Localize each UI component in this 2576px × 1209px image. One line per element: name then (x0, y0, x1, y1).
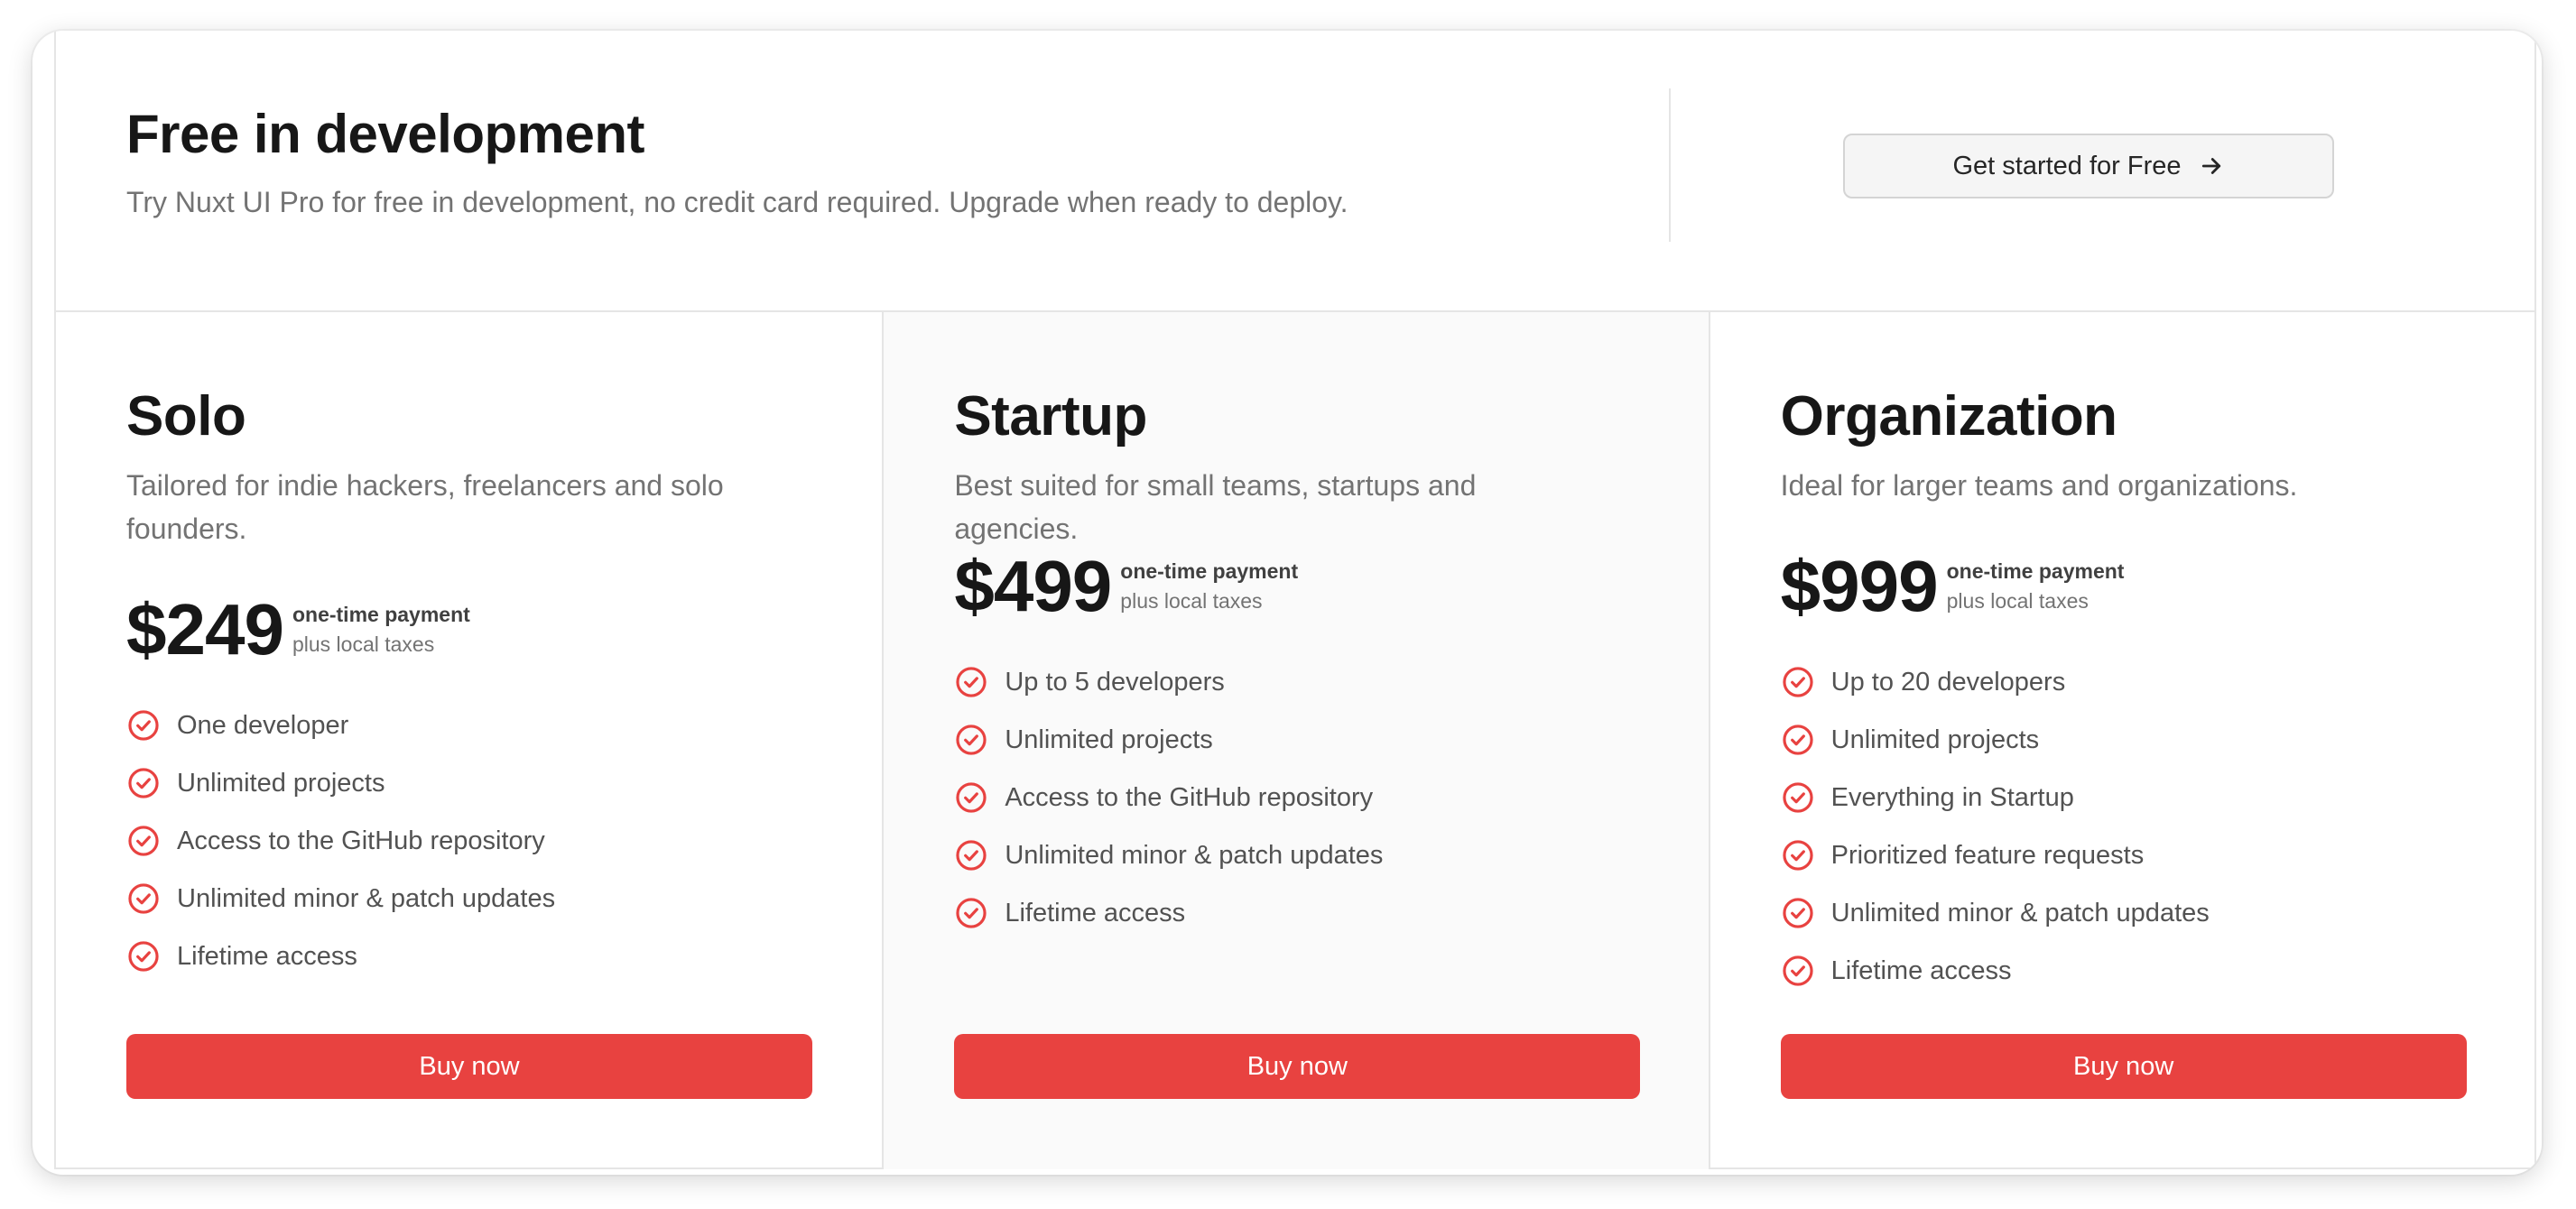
feature-item: Unlimited minor & patch updates (126, 870, 555, 928)
check-circle-icon (1783, 667, 1813, 697)
feature-item: Lifetime access (126, 928, 555, 985)
check-circle-icon (1783, 955, 1813, 986)
feature-list: One developer Unlimited projects Access … (126, 697, 555, 985)
feature-label: Unlimited minor & patch updates (1830, 898, 2210, 928)
feature-label: Everything in Startup (1830, 782, 2074, 812)
feature-list: Up to 20 developers Unlimited projects E… (1781, 653, 2210, 1000)
feature-label: Lifetime access (1830, 955, 2012, 985)
feature-label: Prioritized feature requests (1830, 840, 2145, 870)
plan-price-row: $249 one-time payment plus local taxes (126, 594, 470, 666)
plan-price: $499 (954, 546, 1112, 626)
price-note: one-time payment (292, 603, 470, 626)
plan-description: Tailored for indie hackers, freelancers … (126, 469, 724, 545)
plan-card-startup: Startup Best suited for small teams, sta… (882, 312, 1709, 1169)
feature-label: Unlimited minor & patch updates (177, 883, 556, 913)
plan-price-meta: one-time payment plus local taxes (1947, 559, 2125, 614)
feature-item: Unlimited projects (1781, 711, 2210, 769)
feature-item: Everything in Startup (1781, 769, 2210, 826)
feature-item: Lifetime access (1781, 942, 2210, 1000)
feature-item: Unlimited minor & patch updates (954, 826, 1383, 884)
check-circle-icon (956, 840, 987, 871)
feature-item: Unlimited projects (954, 711, 1383, 769)
feature-label: Unlimited projects (1005, 724, 1213, 754)
plan-price-row: $499 one-time payment plus local taxes (954, 550, 1298, 623)
check-circle-icon (1783, 840, 1813, 871)
pricing-window: Free in development Try Nuxt UI Pro for … (32, 31, 2542, 1175)
feature-item: Unlimited projects (126, 754, 555, 812)
plan-title: Organization (1780, 385, 2117, 448)
feature-label: Unlimited projects (1830, 724, 2040, 754)
plan-card-solo: Solo Tailored for indie hackers, freelan… (56, 312, 882, 1169)
check-circle-icon (128, 941, 159, 972)
pricing-plans: Solo Tailored for indie hackers, freelan… (56, 312, 2534, 1169)
feature-item: Prioritized feature requests (1781, 826, 2210, 884)
get-started-free-button[interactable]: Get started for Free (1843, 134, 2334, 198)
plan-price-row: $999 one-time payment plus local taxes (1781, 550, 2125, 623)
feature-item: One developer (126, 697, 555, 754)
banner-title: Free in development (126, 104, 644, 164)
banner-divider (1669, 88, 1671, 242)
plan-description: Best suited for small teams, startups an… (954, 469, 1477, 545)
check-circle-icon (128, 826, 159, 856)
feature-list: Up to 5 developers Unlimited projects Ac… (954, 653, 1383, 942)
free-dev-banner: Free in development Try Nuxt UI Pro for … (56, 31, 2534, 312)
feature-label: One developer (177, 710, 349, 740)
feature-item: Up to 5 developers (954, 653, 1383, 711)
price-note: one-time payment (1946, 559, 2125, 583)
plan-price-meta: one-time payment plus local taxes (292, 603, 470, 657)
check-circle-icon (128, 768, 159, 798)
feature-item: Up to 20 developers (1781, 653, 2210, 711)
feature-label: Lifetime access (177, 941, 357, 971)
check-circle-icon (956, 667, 987, 697)
arrow-right-icon (2201, 158, 2220, 174)
get-started-label: Get started for Free (1952, 151, 2182, 180)
pricing-frame: Free in development Try Nuxt UI Pro for … (54, 31, 2536, 1169)
plan-price: $999 (1780, 546, 1939, 626)
buy-now-button-organization[interactable]: Buy now (1780, 1034, 2467, 1099)
banner-description: Try Nuxt UI Pro for free in development,… (126, 186, 1348, 218)
buy-now-button-startup[interactable]: Buy now (954, 1034, 1641, 1099)
feature-item: Lifetime access (954, 884, 1383, 942)
tax-note: plus local taxes (1120, 589, 1263, 613)
plan-price: $249 (126, 589, 284, 669)
check-circle-icon (1783, 724, 1813, 755)
feature-label: Lifetime access (1005, 898, 1186, 928)
check-circle-icon (1783, 782, 1813, 813)
check-circle-icon (128, 710, 159, 741)
feature-label: Unlimited projects (177, 768, 385, 798)
check-circle-icon (1783, 898, 1813, 928)
plan-price-meta: one-time payment plus local taxes (1120, 559, 1298, 614)
feature-item: Access to the GitHub repository (954, 769, 1383, 826)
plan-card-organization: Organization Ideal for larger teams and … (1708, 312, 2534, 1169)
buy-now-button-solo[interactable]: Buy now (126, 1034, 812, 1099)
plan-description: Ideal for larger teams and organizations… (1780, 469, 2298, 502)
tax-note: plus local taxes (292, 632, 435, 656)
feature-label: Access to the GitHub repository (1005, 782, 1374, 812)
feature-item: Access to the GitHub repository (126, 812, 555, 870)
check-circle-icon (128, 883, 159, 914)
feature-item: Unlimited minor & patch updates (1781, 884, 2210, 942)
plan-title: Startup (954, 385, 1147, 448)
check-circle-icon (956, 782, 987, 813)
feature-label: Access to the GitHub repository (177, 826, 545, 855)
check-circle-icon (956, 898, 987, 928)
feature-label: Up to 5 developers (1005, 667, 1225, 697)
check-circle-icon (956, 724, 987, 755)
feature-label: Unlimited minor & patch updates (1005, 840, 1384, 870)
feature-label: Up to 20 developers (1830, 667, 2066, 697)
tax-note: plus local taxes (1946, 589, 2089, 613)
price-note: one-time payment (1120, 559, 1299, 583)
plan-title: Solo (126, 385, 246, 448)
